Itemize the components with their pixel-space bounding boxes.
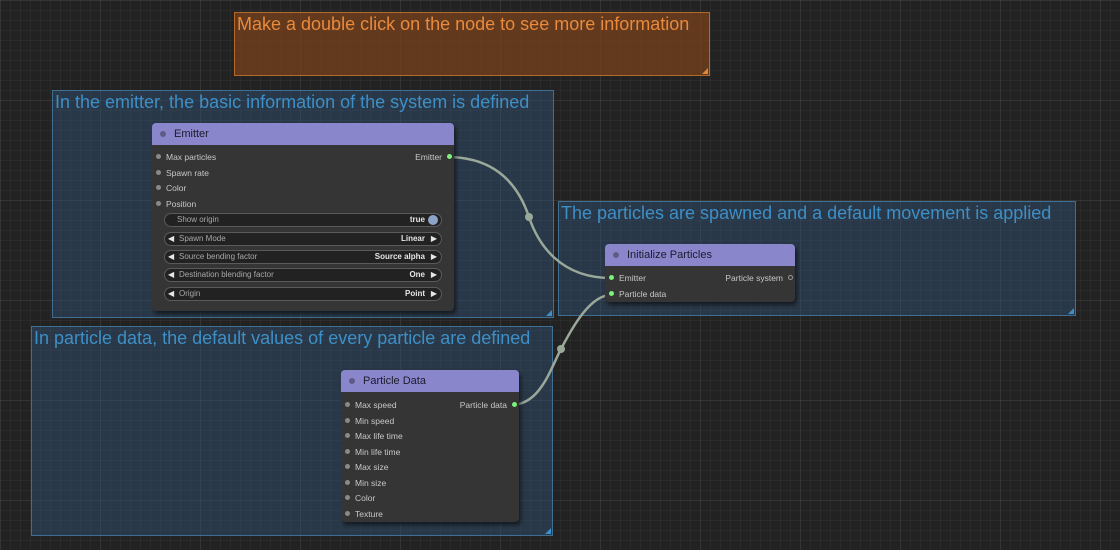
input-slot-color[interactable]: Color [341, 491, 375, 505]
widget-label: Origin [179, 289, 201, 298]
input-slot-position[interactable]: Position [152, 197, 196, 211]
input-dot-icon[interactable] [156, 185, 161, 190]
node-particle-title-bar[interactable]: Particle Data [341, 370, 519, 392]
node-particle-data[interactable]: Particle Data Max speed Min speed Max li… [341, 370, 519, 522]
input-slot-particle-data[interactable]: Particle data [605, 287, 666, 301]
group-particle-data-resize-handle[interactable] [545, 528, 551, 534]
widget-source-bending-factor[interactable]: ◀ Source bending factor Source alpha ▶ [164, 250, 442, 264]
slot-label: Max particles [166, 152, 217, 162]
input-slot-max-size[interactable]: Max size [341, 460, 389, 474]
output-dot-icon[interactable] [447, 154, 452, 159]
comment-resize-handle[interactable] [702, 68, 708, 74]
input-slot-min-life-time[interactable]: Min life time [341, 445, 400, 459]
right-arrow-icon[interactable]: ▶ [431, 251, 437, 263]
slot-label: Particle data [619, 289, 667, 299]
input-dot-icon[interactable] [156, 170, 161, 175]
left-arrow-icon[interactable]: ◀ [168, 251, 174, 263]
node-emitter[interactable]: Emitter Max particles Spawn rate Color P… [152, 123, 454, 311]
input-slot-max-speed[interactable]: Max speed [341, 398, 397, 412]
info-comment[interactable]: Make a double click on the node to see m… [234, 12, 710, 76]
slot-label: Emitter [619, 273, 646, 283]
slot-label: Max size [355, 462, 389, 472]
collapse-dot-icon[interactable] [349, 378, 355, 384]
widget-value: Point [405, 289, 425, 298]
link-particle-midpoint [557, 345, 565, 353]
input-dot-icon[interactable] [345, 495, 350, 500]
right-arrow-icon[interactable]: ▶ [431, 288, 437, 300]
input-dot-icon[interactable] [345, 511, 350, 516]
group-emitter-resize-handle[interactable] [546, 310, 552, 316]
left-arrow-icon[interactable]: ◀ [168, 233, 174, 245]
group-emitter-title[interactable]: In the emitter, the basic information of… [55, 92, 529, 113]
group-initialize-title[interactable]: The particles are spawned and a default … [561, 203, 1051, 224]
output-dot-icon[interactable] [512, 402, 517, 407]
comment-text: Make a double click on the node to see m… [237, 14, 690, 34]
widget-label: Spawn Mode [179, 234, 226, 243]
slot-label: Texture [355, 509, 383, 519]
widget-value: Source alpha [374, 252, 425, 261]
slot-label: Position [166, 199, 197, 209]
slot-label: Min life time [355, 447, 401, 457]
input-dot-icon[interactable] [156, 201, 161, 206]
slot-label: Min size [355, 478, 387, 488]
input-dot-icon[interactable] [345, 433, 350, 438]
left-arrow-icon[interactable]: ◀ [168, 269, 174, 281]
input-dot-icon[interactable] [345, 480, 350, 485]
input-slot-emitter[interactable]: Emitter [605, 271, 646, 285]
input-dot-icon[interactable] [345, 449, 350, 454]
left-arrow-icon[interactable]: ◀ [168, 288, 174, 300]
slot-label: Color [166, 183, 187, 193]
slot-label: Emitter [415, 152, 442, 162]
slot-label: Spawn rate [166, 168, 209, 178]
input-slot-color[interactable]: Color [152, 181, 186, 195]
input-slot-spawn-rate[interactable]: Spawn rate [152, 166, 209, 180]
widget-label: Destination blending factor [179, 270, 274, 279]
widget-spawn-mode[interactable]: ◀ Spawn Mode Linear ▶ [164, 232, 442, 246]
widget-destination-blending-factor[interactable]: ◀ Destination blending factor One ▶ [164, 268, 442, 282]
slot-label: Color [355, 493, 376, 503]
right-arrow-icon[interactable]: ▶ [431, 269, 437, 281]
slot-label: Particle data [459, 400, 507, 410]
input-dot-icon[interactable] [609, 291, 614, 296]
input-slot-min-size[interactable]: Min size [341, 476, 386, 490]
collapse-dot-icon[interactable] [160, 131, 166, 137]
slot-label: Max speed [355, 400, 397, 410]
widget-value: One [409, 270, 425, 279]
input-slot-max-particles[interactable]: Max particles [152, 150, 216, 164]
node-init-title-bar[interactable]: Initialize Particles [605, 244, 795, 266]
widget-label: Source bending factor [179, 252, 258, 261]
widget-show-origin[interactable]: Show origin true [164, 213, 442, 227]
output-slot-emitter[interactable]: Emitter [415, 150, 454, 164]
input-slot-min-speed[interactable]: Min speed [341, 414, 394, 428]
collapse-dot-icon[interactable] [613, 252, 619, 258]
input-slot-max-life-time[interactable]: Max life time [341, 429, 403, 443]
node-init-title: Initialize Particles [627, 249, 712, 261]
widget-value: Linear [400, 234, 425, 243]
node-initialize-particles[interactable]: Initialize Particles Emitter Particle da… [605, 244, 795, 302]
input-dot-icon[interactable] [156, 154, 161, 159]
output-slot-particle-system[interactable]: Particle system [725, 271, 795, 285]
input-dot-icon[interactable] [345, 402, 350, 407]
output-dot-icon[interactable] [788, 275, 793, 280]
node-emitter-title: Emitter [174, 128, 209, 140]
input-dot-icon[interactable] [345, 418, 350, 423]
node-particle-title: Particle Data [363, 375, 426, 387]
slot-label: Particle system [725, 273, 783, 283]
group-initialize-resize-handle[interactable] [1068, 308, 1074, 314]
widget-label: Show origin [177, 215, 219, 224]
input-dot-icon[interactable] [345, 464, 350, 469]
slot-label: Max life time [355, 431, 403, 441]
node-emitter-title-bar[interactable]: Emitter [152, 123, 454, 145]
slot-label: Min speed [355, 416, 395, 426]
input-slot-texture[interactable]: Texture [341, 507, 383, 521]
toggle-knob-icon[interactable] [428, 215, 438, 225]
widget-origin[interactable]: ◀ Origin Point ▶ [164, 287, 442, 301]
graph-canvas[interactable]: Make a double click on the node to see m… [0, 0, 1120, 550]
right-arrow-icon[interactable]: ▶ [431, 233, 437, 245]
input-dot-icon[interactable] [609, 275, 614, 280]
group-particle-data-title[interactable]: In particle data, the default values of … [34, 328, 530, 349]
output-slot-particle-data[interactable]: Particle data [460, 398, 519, 412]
widget-value: true [409, 215, 425, 224]
